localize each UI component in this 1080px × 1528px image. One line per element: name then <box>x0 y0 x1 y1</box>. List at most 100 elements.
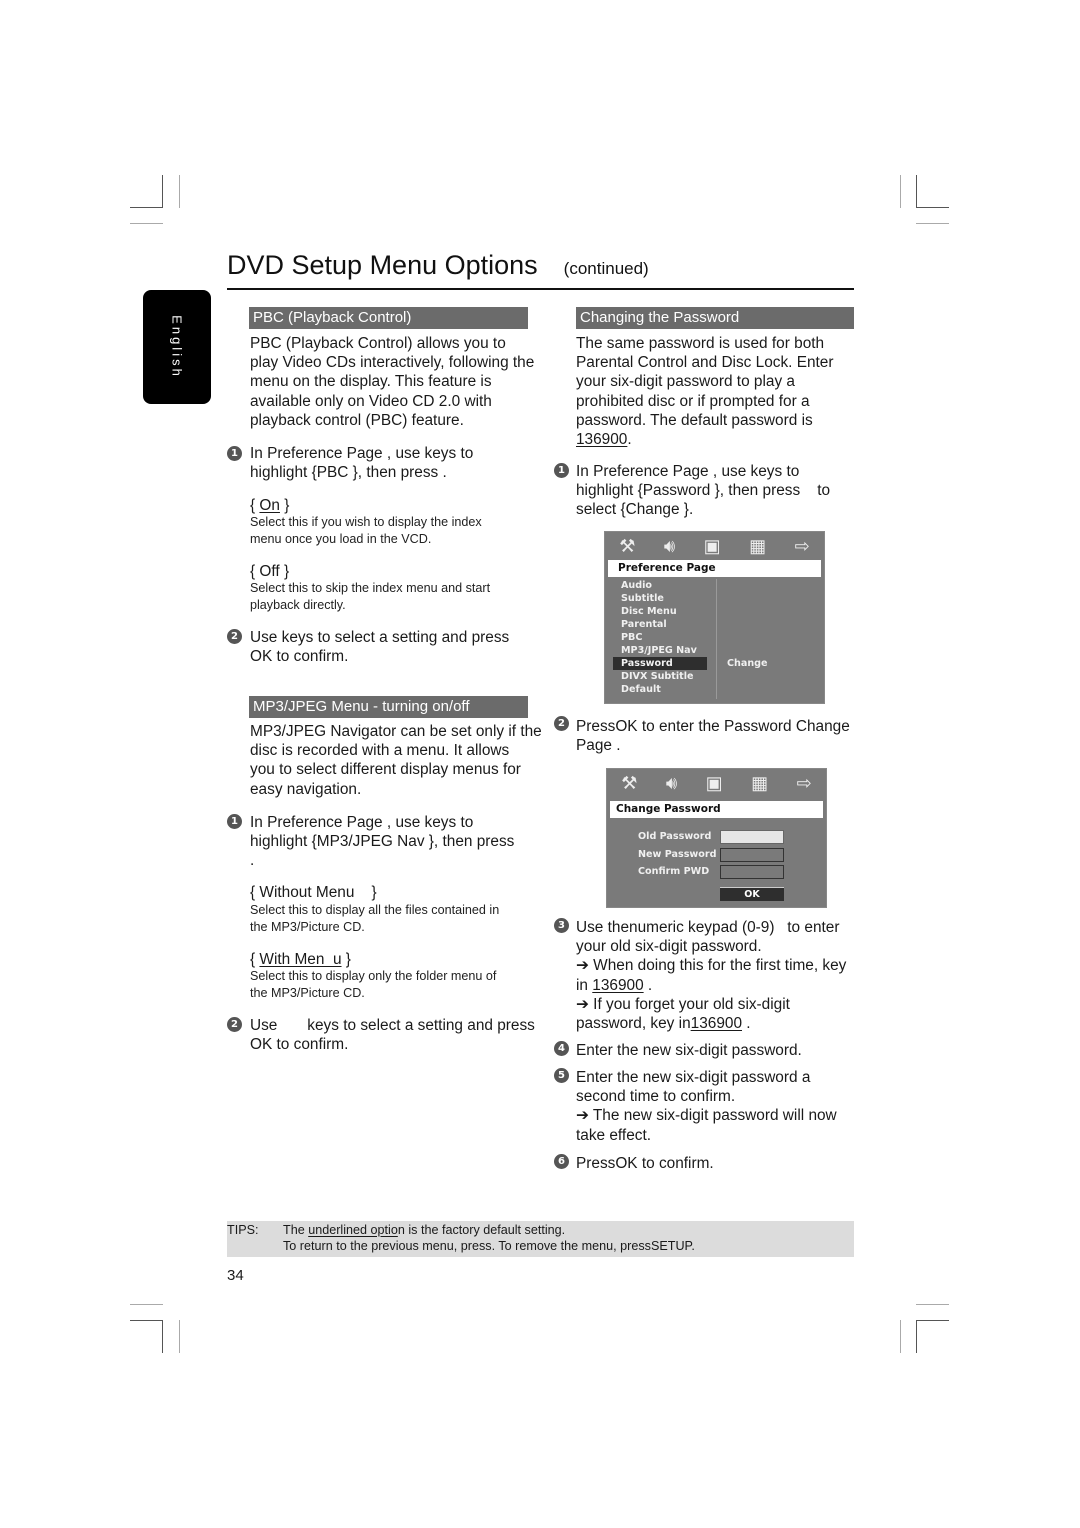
text-line: easy navigation. <box>250 780 362 798</box>
password-step-4: Enter the new six-digit password. <box>576 1041 802 1060</box>
old-password-field[interactable] <box>720 830 784 844</box>
osd-menu-item[interactable]: Default <box>621 683 661 696</box>
text-line: OK to confirm. <box>250 1036 349 1054</box>
brace: } <box>279 497 290 514</box>
crop-mark <box>916 175 917 208</box>
text-fragment: . <box>627 431 632 449</box>
osd-menu-item-selected[interactable]: Password <box>613 657 707 670</box>
step-number-icon: 1 <box>554 463 569 478</box>
speaker-icon[interactable]: 🔊︎ <box>664 537 675 555</box>
film-icon[interactable]: ▣ <box>704 537 721 555</box>
mp3-step-1: In Preference Page , use keys to highlig… <box>250 813 514 871</box>
osd-menu-item[interactable]: DIVX Subtitle <box>621 670 694 683</box>
osd-icon-bar: ⚒ 🔊︎ ▣ ▦ ⇨ <box>605 532 824 560</box>
crop-mark <box>162 1320 163 1353</box>
text-line: Use thenumeric keypad (0-9) to enter <box>576 919 840 936</box>
checkerboard-icon[interactable]: ▦ <box>751 774 768 792</box>
osd-option-value[interactable]: Change <box>727 657 768 670</box>
crop-mark <box>162 175 163 208</box>
text-line: The same password is used for both <box>576 335 825 352</box>
text-fragment: . <box>643 976 653 994</box>
new-password-field[interactable] <box>720 848 784 862</box>
language-tab: English <box>143 290 211 404</box>
step-number-icon: 2 <box>554 716 569 731</box>
text-fragment: n is the factory default setting. <box>397 1223 566 1237</box>
default-password: 136900 <box>592 976 644 994</box>
option-without-menu-desc: Select this to display all the files con… <box>250 902 499 936</box>
text-line: the MP3/Picture CD. <box>250 920 365 934</box>
option-label: Without Menu <box>259 884 355 901</box>
crop-mark <box>900 175 901 208</box>
crop-mark <box>179 175 180 208</box>
speaker-icon[interactable]: 🔊︎ <box>666 774 677 792</box>
text-line: you to select different display menus fo… <box>250 761 521 779</box>
section-heading-password: Changing the Password <box>576 307 854 329</box>
wrench-screwdriver-icon[interactable]: ⚒ <box>621 774 637 792</box>
text-line: Use keys to select a setting and press <box>250 629 510 646</box>
text-line: the MP3/Picture CD. <box>250 986 365 1000</box>
text-fragment: in <box>576 976 593 994</box>
title-text: DVD Setup Menu Options <box>227 250 538 280</box>
osd-divider <box>716 579 717 699</box>
brace: { <box>250 563 260 580</box>
title-continued: (continued) <box>563 259 649 278</box>
text-line: menu on the display. This feature is <box>250 373 492 391</box>
exit-icon[interactable]: ⇨ <box>797 774 812 792</box>
page-number: 34 <box>227 1267 244 1284</box>
osd-page-title: Change Password <box>610 801 823 818</box>
osd-menu-item[interactable]: Audio <box>621 579 652 592</box>
password-step-1: In Preference Page , use keys to highlig… <box>576 462 830 520</box>
osd-icon-bar: ⚒ 🔊︎ ▣ ▦ ⇨ <box>607 769 826 797</box>
mp3-intro: MP3/JPEG Navigator can be set only if th… <box>250 722 542 799</box>
step-number-icon: 2 <box>227 1017 242 1032</box>
text-line: playback directly. <box>250 598 346 612</box>
osd-page-title: Preference Page <box>608 560 821 577</box>
option-on: { On } <box>250 496 289 515</box>
pbc-intro: PBC (Playback Control) allows you to pla… <box>250 334 534 430</box>
osd-menu-item[interactable]: Parental <box>621 618 667 631</box>
osd-menu-item[interactable]: MP3/JPEG Nav <box>621 644 697 657</box>
text-fragment: . <box>742 1015 751 1033</box>
step-number-icon: 1 <box>227 814 242 829</box>
wrench-screwdriver-icon[interactable]: ⚒ <box>619 537 635 555</box>
field-label: New Password <box>638 849 717 860</box>
text-line: available only on Video CD 2.0 with <box>250 392 492 410</box>
underlined-sample: underlined optio <box>308 1223 398 1237</box>
note-line: take effect. <box>576 1126 652 1144</box>
confirm-password-field[interactable] <box>720 865 784 879</box>
step-number-icon: 3 <box>554 918 569 933</box>
text-line: Page . <box>576 737 621 755</box>
option-with-menu: { With Men u } <box>250 950 351 969</box>
note-line: in 136900 . <box>576 976 846 995</box>
exit-icon[interactable]: ⇨ <box>795 537 810 555</box>
tips-line-2: To return to the previous menu, press. T… <box>283 1239 695 1253</box>
text-line: Use keys to select a setting and press <box>250 1017 535 1034</box>
text-line: select {Change }. <box>576 501 694 519</box>
osd-menu-item[interactable]: Disc Menu <box>621 605 677 618</box>
note-line: ➔ When doing this for the first time, ke… <box>576 957 847 975</box>
option-off-desc: Select this to skip the index menu and s… <box>250 580 490 614</box>
note-line: password, key in136900 . <box>576 1014 846 1033</box>
osd-menu-item[interactable]: PBC <box>621 631 642 644</box>
brace: { <box>250 951 260 968</box>
crop-mark <box>900 1320 901 1353</box>
text-line: Parental Control and Disc Lock. Enter <box>576 354 834 372</box>
header-rule <box>227 288 854 290</box>
section-heading-pbc: PBC (Playback Control) <box>249 307 528 329</box>
crop-mark <box>916 223 949 224</box>
crop-mark <box>130 207 163 208</box>
brace: { <box>250 497 260 514</box>
crop-mark <box>916 207 949 208</box>
field-label: Confirm PWD <box>638 866 710 877</box>
brace: { <box>250 884 260 901</box>
text-line: Select this if you wish to display the i… <box>250 515 482 529</box>
osd-menu-item[interactable]: Subtitle <box>621 592 664 605</box>
film-icon[interactable]: ▣ <box>706 774 723 792</box>
section-heading-mp3: MP3/JPEG Menu - turning on/off <box>249 696 528 718</box>
ok-button[interactable]: OK <box>720 887 784 901</box>
checkerboard-icon[interactable]: ▦ <box>749 537 766 555</box>
note-line: ➔ If you forget your old six-digit <box>576 995 790 1013</box>
text-line: playback control (PBC) feature. <box>250 411 464 429</box>
text-line: play Video CDs interactively, following … <box>250 354 535 372</box>
crop-mark <box>130 1304 163 1305</box>
